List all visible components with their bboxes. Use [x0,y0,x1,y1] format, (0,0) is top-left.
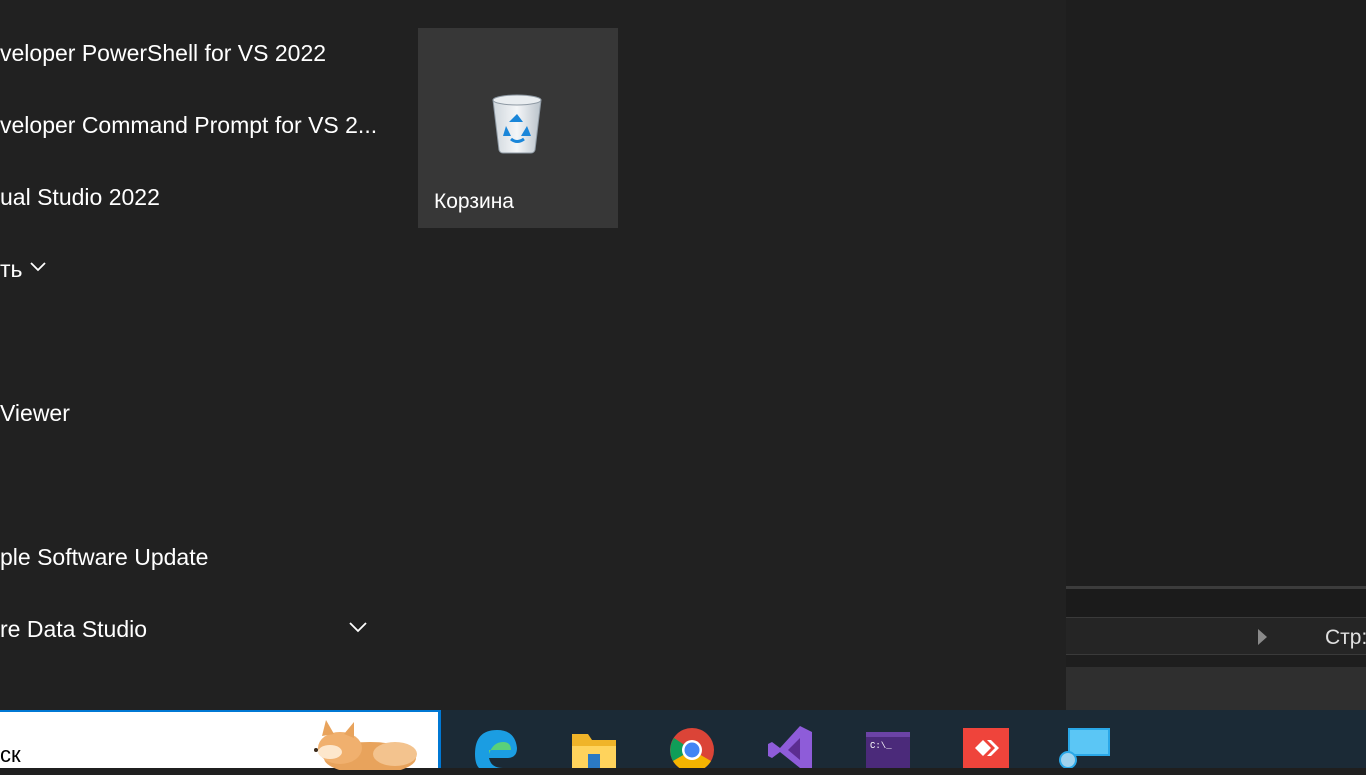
chrome-icon[interactable] [668,724,716,772]
expand-arrow-icon[interactable] [1258,629,1267,645]
background-lower-panel [1066,667,1366,710]
app-item-label: ть [0,256,23,282]
chevron-down-icon[interactable] [349,622,367,633]
search-input[interactable]: ск [0,742,21,768]
taskbar: ск C:\_ [0,710,1366,774]
remote-desktop-icon[interactable] [1058,724,1110,769]
app-item-label: Viewer [0,400,70,426]
app-item-label: re Data Studio [0,616,148,642]
edge-icon[interactable] [471,724,519,768]
svg-text:C:\_: C:\_ [870,741,892,751]
tile-recycle-bin[interactable]: Корзина [418,28,618,228]
terminal-icon[interactable]: C:\_ [864,724,912,768]
start-menu: veloper PowerShell for VS 2022 veloper C… [0,0,1066,710]
app-item-dev-command-prompt[interactable]: veloper Command Prompt for VS 2... [0,107,377,143]
anydesk-icon[interactable] [961,724,1009,768]
background-band [1066,589,1366,617]
file-explorer-icon[interactable] [570,724,618,768]
app-item-dev-powershell[interactable]: veloper PowerShell for VS 2022 [0,35,326,71]
app-item-viewer[interactable]: Viewer [0,395,70,431]
visual-studio-icon[interactable] [766,724,814,768]
page-label: Стр: [1325,626,1366,649]
app-folder-azure-data-studio[interactable]: re Data Studio [0,611,147,647]
recycle-bin-icon [489,92,545,159]
search-box[interactable]: ск [0,710,441,774]
app-item-apple-software-update[interactable]: ple Software Update [0,539,208,575]
app-item-label: veloper PowerShell for VS 2022 [0,40,327,66]
app-item-label: veloper Command Prompt for VS 2... [0,112,378,138]
background-status-bar [1066,617,1366,655]
app-item-label: ple Software Update [0,544,209,570]
tile-label: Корзина [434,190,514,213]
app-item-visual-studio[interactable]: ual Studio 2022 [0,179,160,215]
app-folder-item[interactable]: ть [0,251,23,287]
chevron-down-icon[interactable] [30,262,46,272]
search-highlight-illustration [300,720,420,775]
app-item-label: ual Studio 2022 [0,184,160,210]
